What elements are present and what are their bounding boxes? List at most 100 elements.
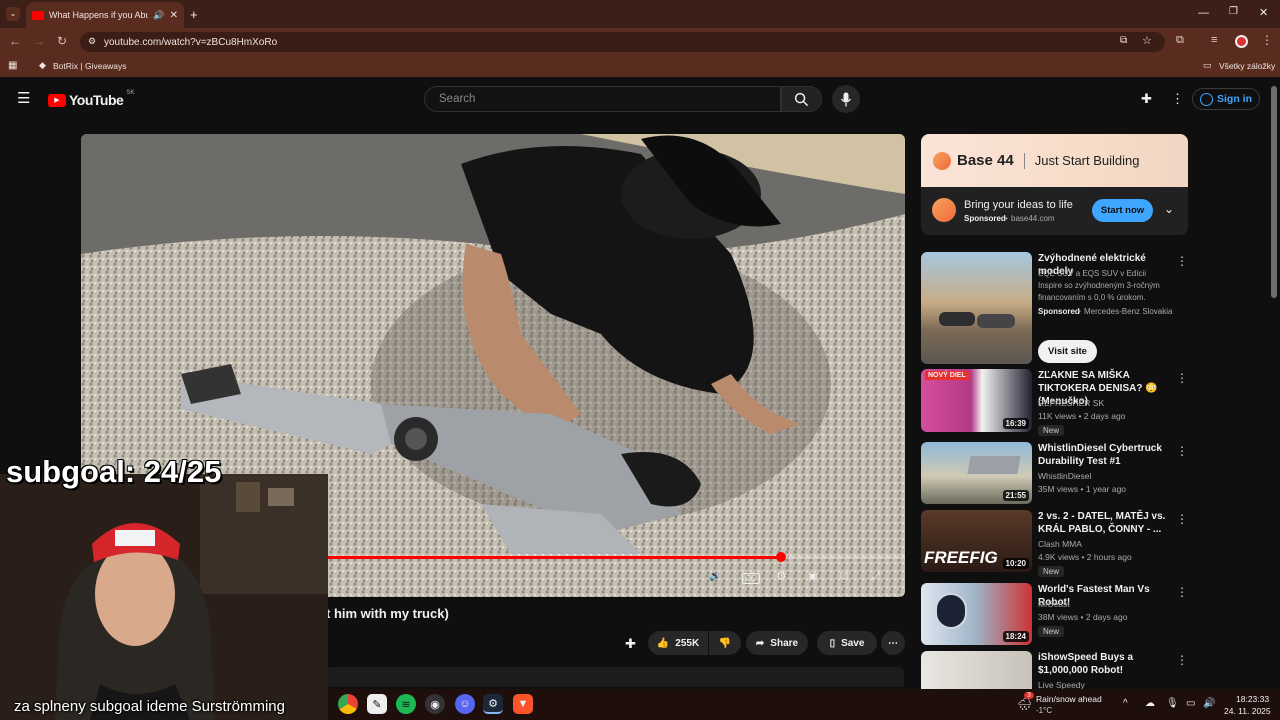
volume-icon[interactable]: 🔈 <box>709 571 721 582</box>
youtube-play-logo-icon: ▶ <box>48 93 66 107</box>
search-button[interactable] <box>781 86 822 112</box>
settings-gear-icon[interactable]: ⚙ <box>776 569 787 583</box>
site-info-icon[interactable]: ⚙ <box>88 36 96 47</box>
recommendation-item[interactable]: 21:55 WhistlinDiesel Cybertruck Durabili… <box>921 442 1188 505</box>
hamburger-menu-icon[interactable]: ☰ <box>17 91 30 106</box>
region-code: SK <box>126 90 135 96</box>
subtitles-icon[interactable]: CC <box>742 573 760 584</box>
browser-tab[interactable]: What Happens if you Abuse 🔊 ✕ <box>26 2 184 28</box>
media-icon[interactable]: ≡ <box>1211 34 1217 46</box>
chevron-down-icon[interactable]: ⌄ <box>1164 202 1174 216</box>
obs-taskbar-icon[interactable]: ◉ <box>425 694 445 714</box>
save-button[interactable]: ▯ Save <box>817 631 877 655</box>
settings-kebab-icon[interactable]: ⋮ <box>1171 91 1184 107</box>
rec-thumbnail[interactable]: FREEFIG 10:20 <box>921 510 1032 572</box>
duration-badge: 10:20 <box>1002 558 1029 569</box>
like-button[interactable]: 👍 255K <box>648 631 708 655</box>
visit-site-button[interactable]: Visit site <box>1038 340 1097 363</box>
discord-taskbar-icon[interactable]: ☺ <box>455 694 475 714</box>
close-tab-icon[interactable]: ✕ <box>170 10 178 21</box>
rec-channel[interactable]: REFRESHER SK <box>1038 397 1104 410</box>
extensions-icon[interactable]: ⧉ <box>1176 34 1184 47</box>
dislike-button[interactable]: 👎 <box>709 631 741 655</box>
description-box[interactable] <box>326 667 904 687</box>
rec-channel[interactable]: Live Speedy <box>1038 679 1085 689</box>
restore-button[interactable]: ❐ <box>1229 6 1238 17</box>
sponsored-thumbnail[interactable] <box>921 252 1032 364</box>
miniplayer-icon[interactable]: ▣ <box>808 571 817 582</box>
rec-thumbnail[interactable]: 18:24 <box>921 583 1032 645</box>
ad-brand: Base 44 <box>957 152 1014 169</box>
forward-icon[interactable]: → <box>33 34 45 48</box>
steam-taskbar-icon[interactable]: ⚙ <box>483 694 503 714</box>
mic-tray-icon[interactable]: 🎙 <box>1166 698 1179 709</box>
volume-tray-icon[interactable]: 🔊 <box>1203 698 1215 709</box>
webcam-frame <box>0 474 328 720</box>
apps-grid-icon[interactable]: ▦ <box>8 60 17 71</box>
ad-banner[interactable]: Base 44 Just Start Building <box>921 134 1188 187</box>
weather-text[interactable]: Rain/snow ahead <box>1036 694 1102 704</box>
streamer-extension-icon[interactable]: ✚ <box>1141 91 1152 107</box>
bookmark-star-icon[interactable]: ☆ <box>1142 34 1152 47</box>
rec-thumbnail[interactable] <box>921 651 1032 689</box>
new-tab-button[interactable]: + <box>190 7 198 22</box>
tab-list-button[interactable]: ⌄ <box>6 7 20 21</box>
more-options-icon[interactable]: ⋮ <box>1176 585 1188 599</box>
back-icon[interactable]: ← <box>9 34 21 48</box>
fullscreen-icon[interactable]: ⤢ <box>872 571 880 582</box>
more-options-icon[interactable]: ⋮ <box>1176 254 1188 268</box>
rec-title[interactable]: 2 vs. 2 - DATEL, MATĚJ vs. KRÁL PABLO, Č… <box>1038 510 1170 536</box>
more-options-icon[interactable]: ⋮ <box>1176 444 1188 458</box>
rec-title[interactable]: iShowSpeed Buys a $1,000,000 Robot! <box>1038 651 1170 677</box>
rec-thumbnail[interactable]: NOVÝ DIEL 16:39 <box>921 369 1032 432</box>
chrome-taskbar-icon[interactable] <box>338 694 358 714</box>
rec-thumbnail[interactable]: 21:55 <box>921 442 1032 504</box>
bookmark-favicon-icon: ◆ <box>39 60 46 70</box>
tray-chevron-icon[interactable]: ^ <box>1123 698 1128 709</box>
recommendation-item[interactable]: NOVÝ DIEL 16:39 ZĽAKNE SA MIŠKA TIKTOKER… <box>921 369 1188 436</box>
page-scrollbar[interactable] <box>1271 86 1277 298</box>
editor-taskbar-icon[interactable]: ✎ <box>367 694 387 714</box>
rec-channel[interactable]: Clash MMA <box>1038 538 1082 551</box>
sidebar-ad[interactable]: Base 44 Just Start Building Bring your i… <box>921 134 1188 235</box>
cast-to-tv-icon[interactable]: ⎚ <box>840 571 848 582</box>
recommendation-item[interactable]: iShowSpeed Buys a $1,000,000 Robot! Live… <box>921 651 1188 689</box>
search-input[interactable]: Search <box>424 86 781 112</box>
display-icon[interactable]: ▭ <box>1186 698 1195 709</box>
profile-avatar[interactable] <box>1235 35 1248 48</box>
address-bar[interactable]: ⚙ youtube.com/watch?v=zBCu8HmXoRo ⧉ ☆ <box>80 32 1165 52</box>
more-options-icon[interactable]: ⋮ <box>1176 653 1188 667</box>
more-options-icon[interactable]: ⋮ <box>1176 512 1188 526</box>
start-now-button[interactable]: Start now <box>1092 199 1153 222</box>
recommendation-item[interactable]: FREEFIG 10:20 2 vs. 2 - DATEL, MATĚJ vs.… <box>921 510 1188 577</box>
sign-in-button[interactable]: Sign in <box>1192 88 1260 110</box>
more-actions-button[interactable]: ⋯ <box>881 631 905 655</box>
minimize-button[interactable]: — <box>1198 7 1209 19</box>
sponsored-recommendation[interactable]: Zvýhodnené elektrické modely EQE SUV a E… <box>921 252 1188 366</box>
spotify-taskbar-icon[interactable]: ≋ <box>396 694 416 714</box>
ad-headline: Bring your ideas to life <box>964 199 1073 211</box>
microphone-icon <box>840 92 852 106</box>
more-options-icon[interactable]: ⋮ <box>1176 371 1188 385</box>
brave-taskbar-icon[interactable]: ▼ <box>513 694 533 714</box>
cast-icon[interactable]: ⧉ <box>1120 35 1127 46</box>
voice-search-button[interactable] <box>832 85 860 113</box>
share-button[interactable]: ➦ Share <box>746 631 808 655</box>
network-icon[interactable]: ☁ <box>1145 698 1155 709</box>
streamer-badge-icon[interactable]: ✚ <box>625 636 636 652</box>
clock-time[interactable]: 18:23:33 <box>1236 694 1269 704</box>
recommendation-item[interactable]: 18:24 World's Fastest Man Vs Robot! MrBe… <box>921 583 1188 646</box>
rec-channel[interactable]: MrBeast <box>1038 598 1070 611</box>
bookmark-botrix[interactable]: BotRix | Giveaways <box>53 61 127 71</box>
rec-channel[interactable]: WhistlinDiesel <box>1038 470 1091 483</box>
close-window-button[interactable]: ✕ <box>1259 6 1268 19</box>
thumbs-up-icon: 👍 <box>656 637 670 649</box>
browser-menu-icon[interactable]: ⋮ <box>1261 33 1273 47</box>
all-bookmarks[interactable]: Všetky záložky <box>1219 61 1275 71</box>
weather-badge: 3 <box>1024 692 1034 699</box>
youtube-logo[interactable]: ▶ YouTube SK <box>48 90 135 108</box>
rec-title[interactable]: WhistlinDiesel Cybertruck Durability Tes… <box>1038 442 1170 468</box>
weather-icon[interactable]: 🌧 <box>1017 697 1032 711</box>
reload-icon[interactable]: ↻ <box>57 34 67 48</box>
share-arrow-icon: ➦ <box>755 637 765 649</box>
